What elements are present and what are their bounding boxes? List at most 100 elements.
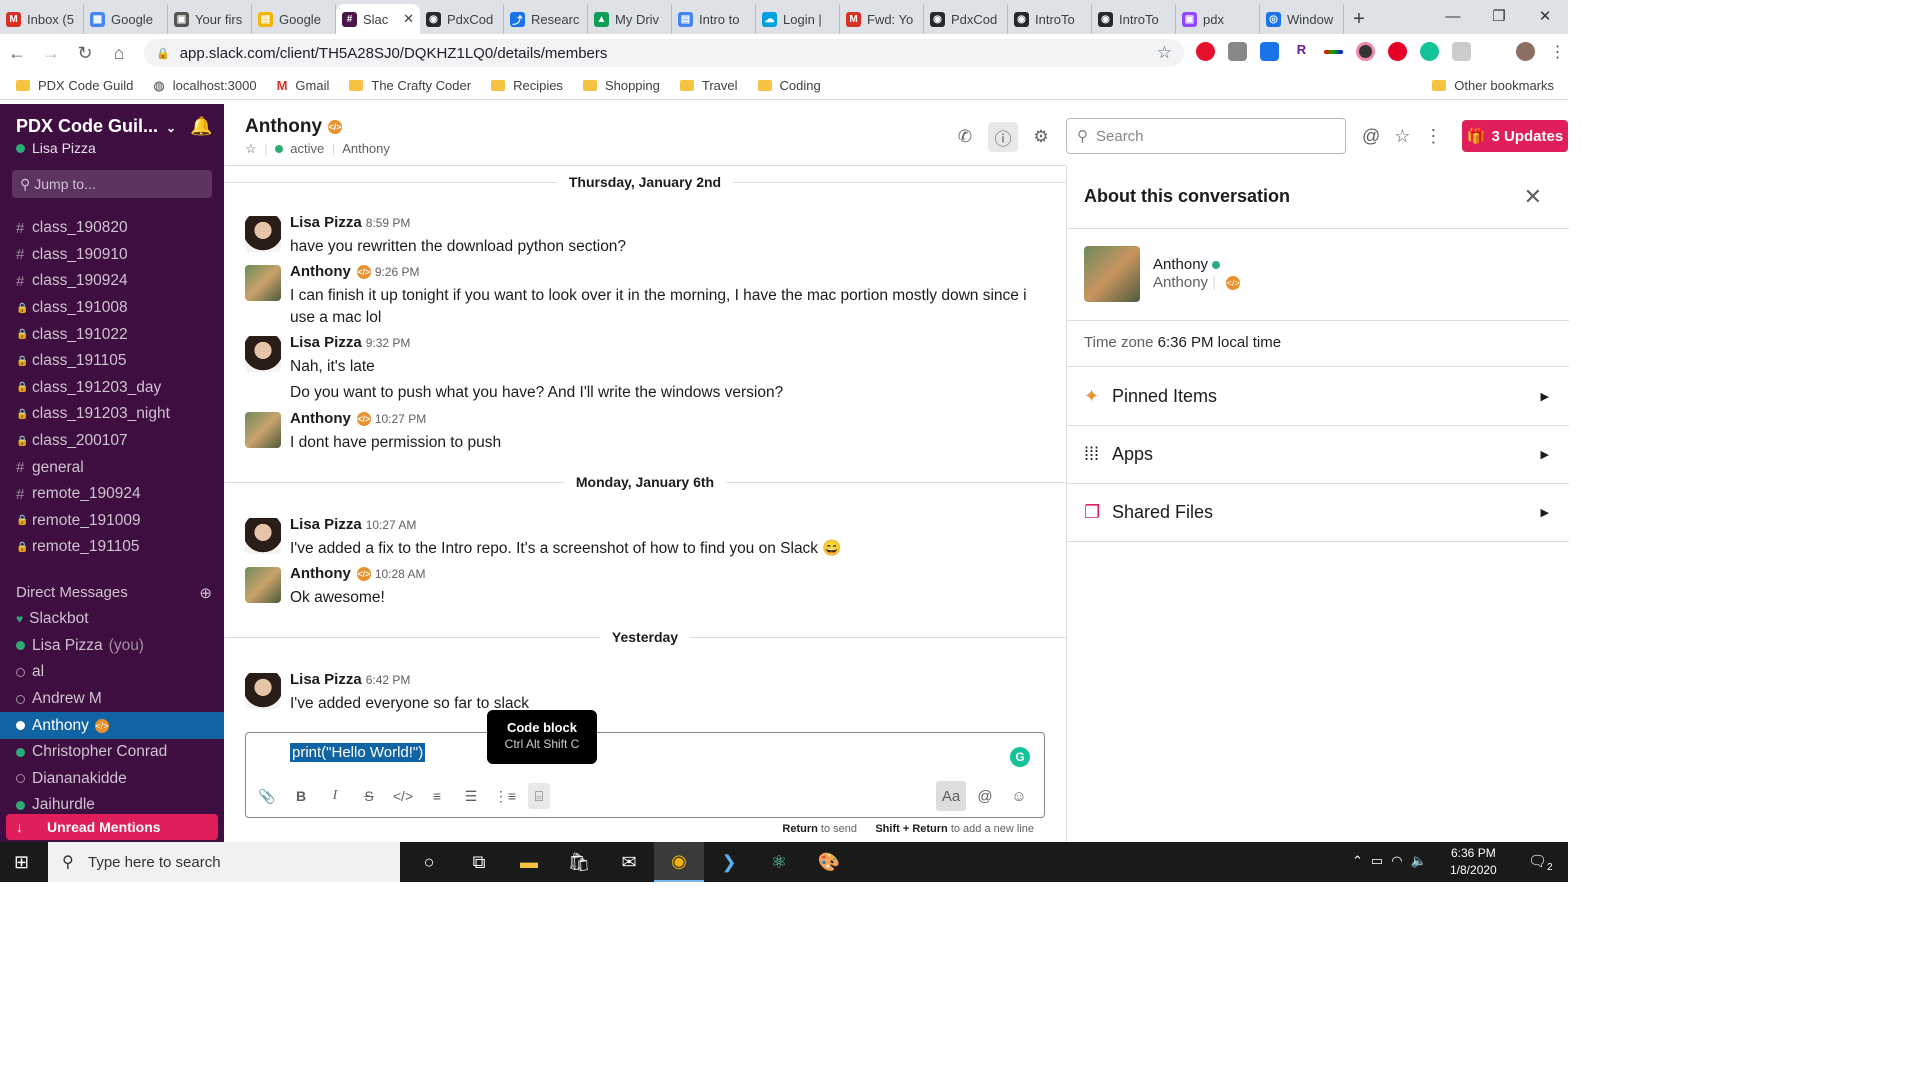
sidebar-dm[interactable]: Christopher Conrad (0, 739, 224, 766)
star-icon[interactable]: ☆ (245, 141, 257, 156)
browser-tab[interactable]: M Inbox (5 (0, 4, 84, 34)
code-icon[interactable]: </> (392, 783, 414, 809)
windows-start-icon[interactable]: ⊞ (14, 852, 29, 873)
sidebar-channel[interactable]: 🔒 remote_191009 (0, 508, 224, 535)
sidebar-channel[interactable]: # class_190820 (0, 215, 224, 242)
profile-avatar[interactable] (1084, 246, 1140, 302)
sidebar-channel[interactable]: 🔒 class_191203_night (0, 401, 224, 428)
task-view-icon[interactable]: ⧉ (454, 842, 504, 882)
profile-avatar[interactable] (1516, 42, 1535, 61)
volume-icon[interactable]: 🔈 (1411, 853, 1427, 869)
strikethrough-icon[interactable]: S (358, 783, 380, 809)
bell-icon[interactable]: 🔔 (190, 116, 212, 137)
bookmark-star-icon[interactable]: ☆ (1157, 43, 1172, 63)
timestamp[interactable]: 10:27 AM (366, 518, 417, 532)
store-icon[interactable]: 🛍 (554, 842, 604, 882)
sidebar-channel[interactable]: 🔒 class_191022 (0, 321, 224, 348)
browser-tab[interactable]: ▣ pdx (1176, 4, 1260, 34)
unread-mentions-button[interactable]: ↓ Unread Mentions (6, 814, 218, 840)
gear-icon[interactable]: ⚙ (1026, 122, 1056, 152)
shared-files-row[interactable]: ❐ Shared Files ▶ (1067, 483, 1569, 541)
timestamp[interactable]: 8:59 PM (366, 216, 411, 230)
back-icon[interactable]: ← (0, 43, 34, 64)
extension-icon[interactable] (1228, 42, 1247, 61)
attachment-icon[interactable]: 📎 (256, 783, 278, 809)
info-icon[interactable]: ⓘ (988, 122, 1018, 152)
phone-icon[interactable]: ✆ (950, 122, 980, 152)
home-icon[interactable]: ⌂ (102, 43, 136, 64)
paint-icon[interactable]: 🎨 (804, 842, 854, 882)
close-tab-icon[interactable]: ✕ (403, 11, 414, 27)
reload-icon[interactable]: ↻ (68, 43, 102, 64)
composer-text[interactable]: print("Hello World!") (290, 743, 426, 762)
ordered-list-icon[interactable]: ≡ (426, 783, 448, 809)
sidebar-dm[interactable]: Andrew M (0, 686, 224, 713)
url-field[interactable]: 🔒 app.slack.com/client/TH5A28SJ0/DQKHZ1L… (144, 39, 1184, 67)
sidebar-channel[interactable]: # remote_190924 (0, 481, 224, 508)
message-author[interactable]: Lisa Pizza 8:59 PM (290, 214, 410, 231)
workspace-name[interactable]: PDX Code Guil... ⌄ (16, 116, 176, 137)
message-author[interactable]: Anthony </> 10:28 AM (290, 565, 426, 582)
code-block-icon[interactable]: ⌸ (528, 783, 550, 809)
chrome-icon[interactable]: ◉ (654, 842, 704, 882)
extension-icon[interactable]: R (1292, 42, 1311, 61)
battery-icon[interactable]: ▭ (1371, 853, 1383, 869)
sidebar-channel[interactable]: 🔒 class_191203_day (0, 375, 224, 402)
bold-icon[interactable]: B (290, 783, 312, 809)
notification-icon[interactable]: 🗨2 (1528, 852, 1553, 873)
browser-tab[interactable]: ◎ Window (1260, 4, 1344, 34)
bookmark[interactable]: Coding (757, 78, 821, 93)
timestamp[interactable]: 9:32 PM (366, 336, 411, 350)
extension-icon[interactable] (1356, 42, 1375, 61)
sidebar-channel[interactable]: # class_190910 (0, 242, 224, 269)
message-composer[interactable]: print("Hello World!") G 📎 B I S </> ≡ ☰ … (245, 732, 1045, 818)
bulleted-list-icon[interactable]: ☰ (460, 783, 482, 809)
grammarly-icon[interactable] (1420, 42, 1439, 61)
bookmark[interactable]: Recipies (491, 78, 563, 93)
avatar[interactable] (245, 412, 281, 448)
avatar[interactable] (245, 518, 281, 554)
timestamp[interactable]: 6:42 PM (366, 673, 411, 687)
sidebar-dm[interactable]: Lisa Pizza (you) (0, 633, 224, 660)
avatar[interactable] (245, 567, 281, 603)
cortana-icon[interactable]: ○ (404, 842, 454, 882)
sidebar-channel[interactable]: 🔒 remote_191105 (0, 534, 224, 561)
starred-icon[interactable]: ☆ (1394, 126, 1410, 147)
pinned-items-row[interactable]: ✦ Pinned Items ▶ (1067, 367, 1569, 425)
browser-tab[interactable]: ⤴ Researc (504, 4, 588, 34)
message-author[interactable]: Anthony </> 9:26 PM (290, 263, 420, 280)
browser-tab[interactable]: ▦ Google (84, 4, 168, 34)
updates-button[interactable]: 🎁 3 Updates (1462, 120, 1568, 152)
bookmark[interactable]: M Gmail (277, 78, 330, 93)
message-author[interactable]: Lisa Pizza 9:32 PM (290, 334, 410, 351)
browser-tab[interactable]: ◉ IntroTo (1092, 4, 1176, 34)
italic-icon[interactable]: I (324, 783, 346, 809)
sidebar-channel[interactable]: 🔒 class_191105 (0, 348, 224, 375)
message-author[interactable]: Lisa Pizza 10:27 AM (290, 516, 416, 533)
powershell-icon[interactable]: ❯ (704, 842, 754, 882)
browser-tab[interactable]: ▲ My Driv (588, 4, 672, 34)
clock[interactable]: 6:36 PM 1/8/2020 (1450, 845, 1497, 879)
grammarly-icon[interactable]: G (1010, 747, 1030, 767)
extension-icon[interactable] (1260, 42, 1279, 61)
other-bookmarks[interactable]: Other bookmarks (1432, 78, 1554, 93)
profile-name[interactable]: Anthony (1153, 256, 1227, 273)
apps-row[interactable]: ⁞⁞⁞ Apps ▶ (1067, 425, 1569, 483)
bookmark[interactable]: ◍ localhost:3000 (153, 78, 256, 94)
mentions-icon[interactable]: @ (1362, 126, 1380, 147)
sidebar-dm[interactable]: al (0, 659, 224, 686)
extension-icon[interactable] (1324, 50, 1343, 54)
browser-tab[interactable]: ☁ Login | (756, 4, 840, 34)
more-icon[interactable]: ⋮ (1424, 126, 1442, 147)
wifi-icon[interactable]: ◠ (1391, 853, 1402, 869)
bookmark[interactable]: The Crafty Coder (349, 78, 471, 93)
sidebar-dm[interactable]: ♥ Slackbot (0, 606, 224, 633)
message-author[interactable]: Lisa Pizza 6:42 PM (290, 671, 410, 688)
sidebar-channel[interactable]: 🔒 class_200107 (0, 428, 224, 455)
browser-tab[interactable]: ▤ Intro to (672, 4, 756, 34)
jump-to-button[interactable]: ⚲ Jump to... (12, 170, 212, 198)
atom-icon[interactable]: ⚛ (754, 842, 804, 882)
search-input[interactable]: ⚲ Search (1066, 118, 1346, 154)
avatar[interactable] (245, 265, 281, 301)
browser-tab[interactable]: M Fwd: Yo (840, 4, 924, 34)
